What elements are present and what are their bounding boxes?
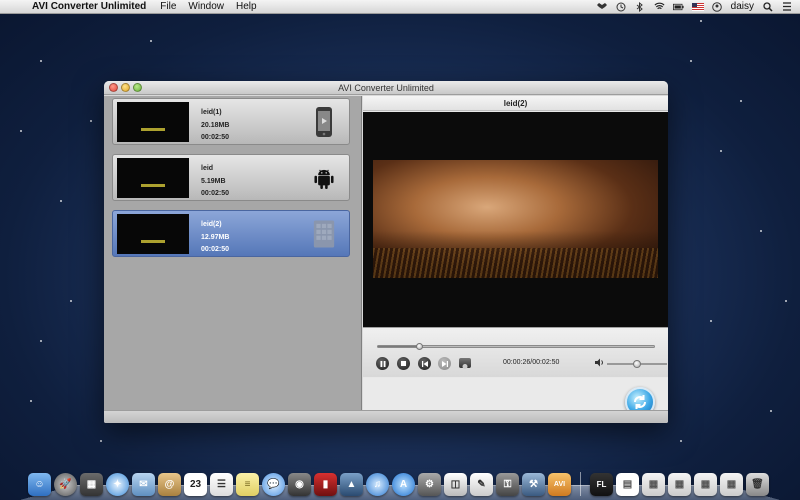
spotlight-icon[interactable]: [762, 1, 773, 12]
mail-icon[interactable]: ✉: [132, 473, 155, 496]
file-size: 12.97MB: [201, 233, 230, 241]
facetime-icon[interactable]: ◉: [288, 473, 311, 496]
close-button[interactable]: [109, 83, 118, 92]
menubar: AVI Converter Unlimited File Window Help…: [0, 0, 800, 14]
battery-icon[interactable]: [672, 2, 684, 12]
stack-icon[interactable]: ▦: [642, 473, 665, 496]
file-name: leid: [201, 165, 214, 172]
avi-converter-icon[interactable]: AVI: [548, 473, 571, 496]
minimize-button[interactable]: [121, 83, 130, 92]
app-menu[interactable]: AVI Converter Unlimited: [32, 1, 146, 12]
volume-handle[interactable]: [633, 360, 641, 368]
iphoto-icon[interactable]: ▲: [340, 473, 363, 496]
player-controls: 00:00:26/00:02:50: [363, 327, 668, 377]
notes-icon[interactable]: ≡: [236, 473, 259, 496]
seek-handle[interactable]: [416, 343, 424, 350]
avi-label: AVI: [553, 481, 566, 488]
next-button[interactable]: [438, 357, 451, 370]
file-size: 20.18MB: [201, 121, 230, 129]
messages-icon[interactable]: 💬: [262, 473, 285, 496]
preview-pane: leid(2) 00:00:26/00:02:50: [363, 96, 668, 417]
video-thumbnail: [117, 158, 189, 198]
zoom-button[interactable]: [133, 83, 142, 92]
bluetooth-icon[interactable]: [635, 1, 646, 12]
volume-icon[interactable]: [595, 358, 605, 369]
window-titlebar[interactable]: AVI Converter Unlimited: [104, 81, 668, 95]
keychain-icon[interactable]: ⚿: [496, 473, 519, 496]
file-name: leid(1): [201, 109, 222, 116]
file-duration: 00:02:50: [201, 190, 230, 197]
stack-icon[interactable]: ▦: [668, 473, 691, 496]
safari-icon[interactable]: ✦: [106, 473, 129, 496]
user-name[interactable]: daisy: [731, 1, 754, 12]
volume-slider[interactable]: [607, 360, 667, 368]
window-title: AVI Converter Unlimited: [338, 82, 434, 93]
itunes-icon[interactable]: ♫: [366, 473, 389, 496]
flag-us-icon[interactable]: [691, 2, 704, 11]
launchpad-icon[interactable]: 🚀: [54, 473, 77, 496]
user-icon[interactable]: [712, 1, 723, 12]
file-item[interactable]: leid(1) 20.18MB 00:02:50: [112, 98, 350, 145]
time-display: 00:00:26/00:02:50: [503, 359, 560, 366]
app-store-icon[interactable]: A: [392, 473, 415, 496]
seek-bar[interactable]: [377, 343, 655, 350]
file-list: leid(1) 20.18MB 00:02:50 leid 5.19MB 00:…: [104, 96, 362, 410]
file-size: 5.19MB: [201, 177, 226, 185]
contacts-icon[interactable]: @: [158, 473, 181, 496]
video-thumbnail: [117, 214, 189, 254]
preview-title: leid(2): [363, 96, 668, 111]
calendar-icon[interactable]: 23: [184, 473, 207, 496]
xcode-icon[interactable]: ⚒: [522, 473, 545, 496]
app-window: AVI Converter Unlimited leid(1) 20.18MB …: [104, 81, 668, 423]
dock: ☺ 🚀 ▦ ✦ ✉ @ 23 ☰ ≡ 💬 ◉ ▮ ▲ ♫ A ⚙ ◫ ✎ ⚿ ⚒…: [28, 464, 778, 496]
textedit-icon[interactable]: ✎: [470, 473, 493, 496]
menu-file[interactable]: File: [160, 1, 176, 12]
dock-separator: [580, 472, 581, 496]
stack-icon[interactable]: ▦: [720, 473, 743, 496]
preview-icon[interactable]: ◫: [444, 473, 467, 496]
file-duration: 00:02:50: [201, 134, 230, 141]
stack-icon[interactable]: ▦: [694, 473, 717, 496]
file-name: leid(2): [201, 221, 222, 228]
action-area: [363, 378, 668, 410]
finder-icon[interactable]: ☺: [28, 473, 51, 496]
video-thumbnail: [117, 102, 189, 142]
android-icon[interactable]: [313, 161, 335, 195]
calendar-day: 23: [189, 479, 202, 490]
menu-help[interactable]: Help: [236, 1, 257, 12]
dropbox-icon[interactable]: [597, 2, 608, 12]
tablet-icon[interactable]: [313, 217, 335, 251]
file-duration: 00:02:50: [201, 246, 230, 253]
file-item-selected[interactable]: leid(2) 12.97MB 00:02:50: [112, 210, 350, 257]
fl-icon[interactable]: FL: [590, 473, 613, 496]
video-player[interactable]: [363, 112, 668, 327]
system-preferences-icon[interactable]: ⚙: [418, 473, 441, 496]
wifi-icon[interactable]: [654, 2, 665, 12]
video-frame: [373, 160, 658, 278]
photo-booth-icon[interactable]: ▮: [314, 473, 337, 496]
fl-label: FL: [596, 480, 607, 489]
pause-button[interactable]: [376, 357, 389, 370]
trash-icon[interactable]: 🗑: [746, 473, 769, 496]
camera-snapshot-icon[interactable]: [459, 358, 471, 369]
document-icon[interactable]: ▤: [616, 473, 639, 496]
list-icon[interactable]: [781, 2, 792, 12]
time-machine-icon[interactable]: [616, 2, 627, 12]
stop-button[interactable]: [397, 357, 410, 370]
previous-button[interactable]: [418, 357, 431, 370]
menu-window[interactable]: Window: [188, 1, 224, 12]
reminders-icon[interactable]: ☰: [210, 473, 233, 496]
file-item[interactable]: leid 5.19MB 00:02:50: [112, 154, 350, 201]
window-statusbar: [104, 410, 668, 423]
mission-control-icon[interactable]: ▦: [80, 473, 103, 496]
iphone-icon[interactable]: [313, 105, 335, 139]
